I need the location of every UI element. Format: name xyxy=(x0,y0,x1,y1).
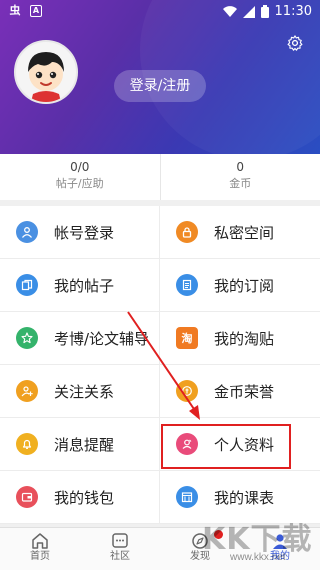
tab-community[interactable]: 社区 xyxy=(80,528,160,570)
app-notification-icon: 虫 xyxy=(9,4,21,17)
coins-label: 金币 xyxy=(229,177,252,190)
profile-icon xyxy=(176,433,198,455)
menu-label: 帐号登录 xyxy=(54,223,115,242)
add-user-icon xyxy=(16,380,38,402)
menu-label: 关注关系 xyxy=(54,382,115,401)
compass-icon xyxy=(192,533,208,549)
menu-item-my-posts[interactable]: 我的帖子 xyxy=(0,259,160,312)
signal-icon xyxy=(242,5,255,18)
menu-label: 个人资料 xyxy=(214,435,275,454)
coins-value: 0 xyxy=(236,160,245,174)
profile-header: 虫 A 11:30 登录/注册 xyxy=(0,0,320,154)
menu-label: 我的课表 xyxy=(214,488,275,507)
community-icon xyxy=(112,533,128,548)
bell-icon xyxy=(16,433,38,455)
star-icon xyxy=(16,327,38,349)
menu-label: 消息提醒 xyxy=(54,435,115,454)
tab-label: 我的 xyxy=(270,551,290,562)
login-register-button[interactable]: 登录/注册 xyxy=(114,70,206,102)
menu-item-follow-relations[interactable]: 关注关系 xyxy=(0,365,160,418)
tab-discover[interactable]: 发现 xyxy=(160,528,240,570)
notification-dot xyxy=(214,530,223,539)
menu-label: 金币荣誉 xyxy=(214,382,275,401)
menu-item-coin-honors[interactable]: 金币荣誉 xyxy=(160,365,320,418)
document-icon xyxy=(176,274,198,296)
posts-help-stat[interactable]: 0/0 帖子/应助 xyxy=(0,154,160,200)
menu-item-my-schedule[interactable]: 我的课表 xyxy=(160,471,320,524)
wifi-icon xyxy=(222,5,237,17)
status-bar: 虫 A 11:30 xyxy=(0,0,320,24)
coin-icon xyxy=(176,380,198,402)
tab-me[interactable]: 我的 xyxy=(240,528,320,570)
wallet-icon xyxy=(16,486,38,508)
tab-label: 发现 xyxy=(190,551,210,562)
menu-item-account-login[interactable]: 帐号登录 xyxy=(0,206,160,259)
copy-icon xyxy=(16,274,38,296)
tab-home[interactable]: 首页 xyxy=(0,528,80,570)
tao-icon: 淘 xyxy=(176,327,198,349)
posts-help-value: 0/0 xyxy=(70,160,90,174)
bottom-tab-bar: 首页 社区 发现 我的 xyxy=(0,527,320,570)
home-icon xyxy=(32,533,48,549)
avatar[interactable] xyxy=(14,40,78,104)
cartoon-avatar-icon xyxy=(28,52,64,102)
me-icon xyxy=(273,534,287,549)
menu-label: 我的淘贴 xyxy=(214,329,275,348)
menu-item-my-wallet[interactable]: 我的钱包 xyxy=(0,471,160,524)
menu-item-my-tao-posts[interactable]: 淘 我的淘贴 xyxy=(160,312,320,365)
status-time: 11:30 xyxy=(274,4,312,19)
a-notification-icon: A xyxy=(30,5,42,17)
menu-label: 我的帖子 xyxy=(54,276,115,295)
menu-label: 私密空间 xyxy=(214,223,275,242)
menu-item-my-subscriptions[interactable]: 我的订阅 xyxy=(160,259,320,312)
tab-label: 首页 xyxy=(30,551,50,562)
tab-label: 社区 xyxy=(110,551,130,562)
menu-item-phd-thesis-tutoring[interactable]: 考博/论文辅导 xyxy=(0,312,160,365)
coins-stat[interactable]: 0 金币 xyxy=(159,154,320,200)
menu-label: 考博/论文辅导 xyxy=(54,329,150,348)
stats-bar: 0/0 帖子/应助 0 金币 xyxy=(0,154,320,200)
posts-help-label: 帖子/应助 xyxy=(55,177,104,190)
settings-gear-icon[interactable] xyxy=(286,34,304,52)
menu-item-private-space[interactable]: 私密空间 xyxy=(160,206,320,259)
menu-label: 我的钱包 xyxy=(54,488,115,507)
lock-icon xyxy=(176,221,198,243)
schedule-icon xyxy=(176,486,198,508)
menu-item-personal-profile[interactable]: 个人资料 xyxy=(160,418,320,471)
menu-item-message-alerts[interactable]: 消息提醒 xyxy=(0,418,160,471)
user-icon xyxy=(16,221,38,243)
menu-grid: 帐号登录 私密空间 我的帖子 我的订阅 考博/论文辅导 淘 我的淘贴 关注关系 xyxy=(0,206,320,524)
menu-label: 我的订阅 xyxy=(214,276,275,295)
battery-icon xyxy=(260,5,269,18)
